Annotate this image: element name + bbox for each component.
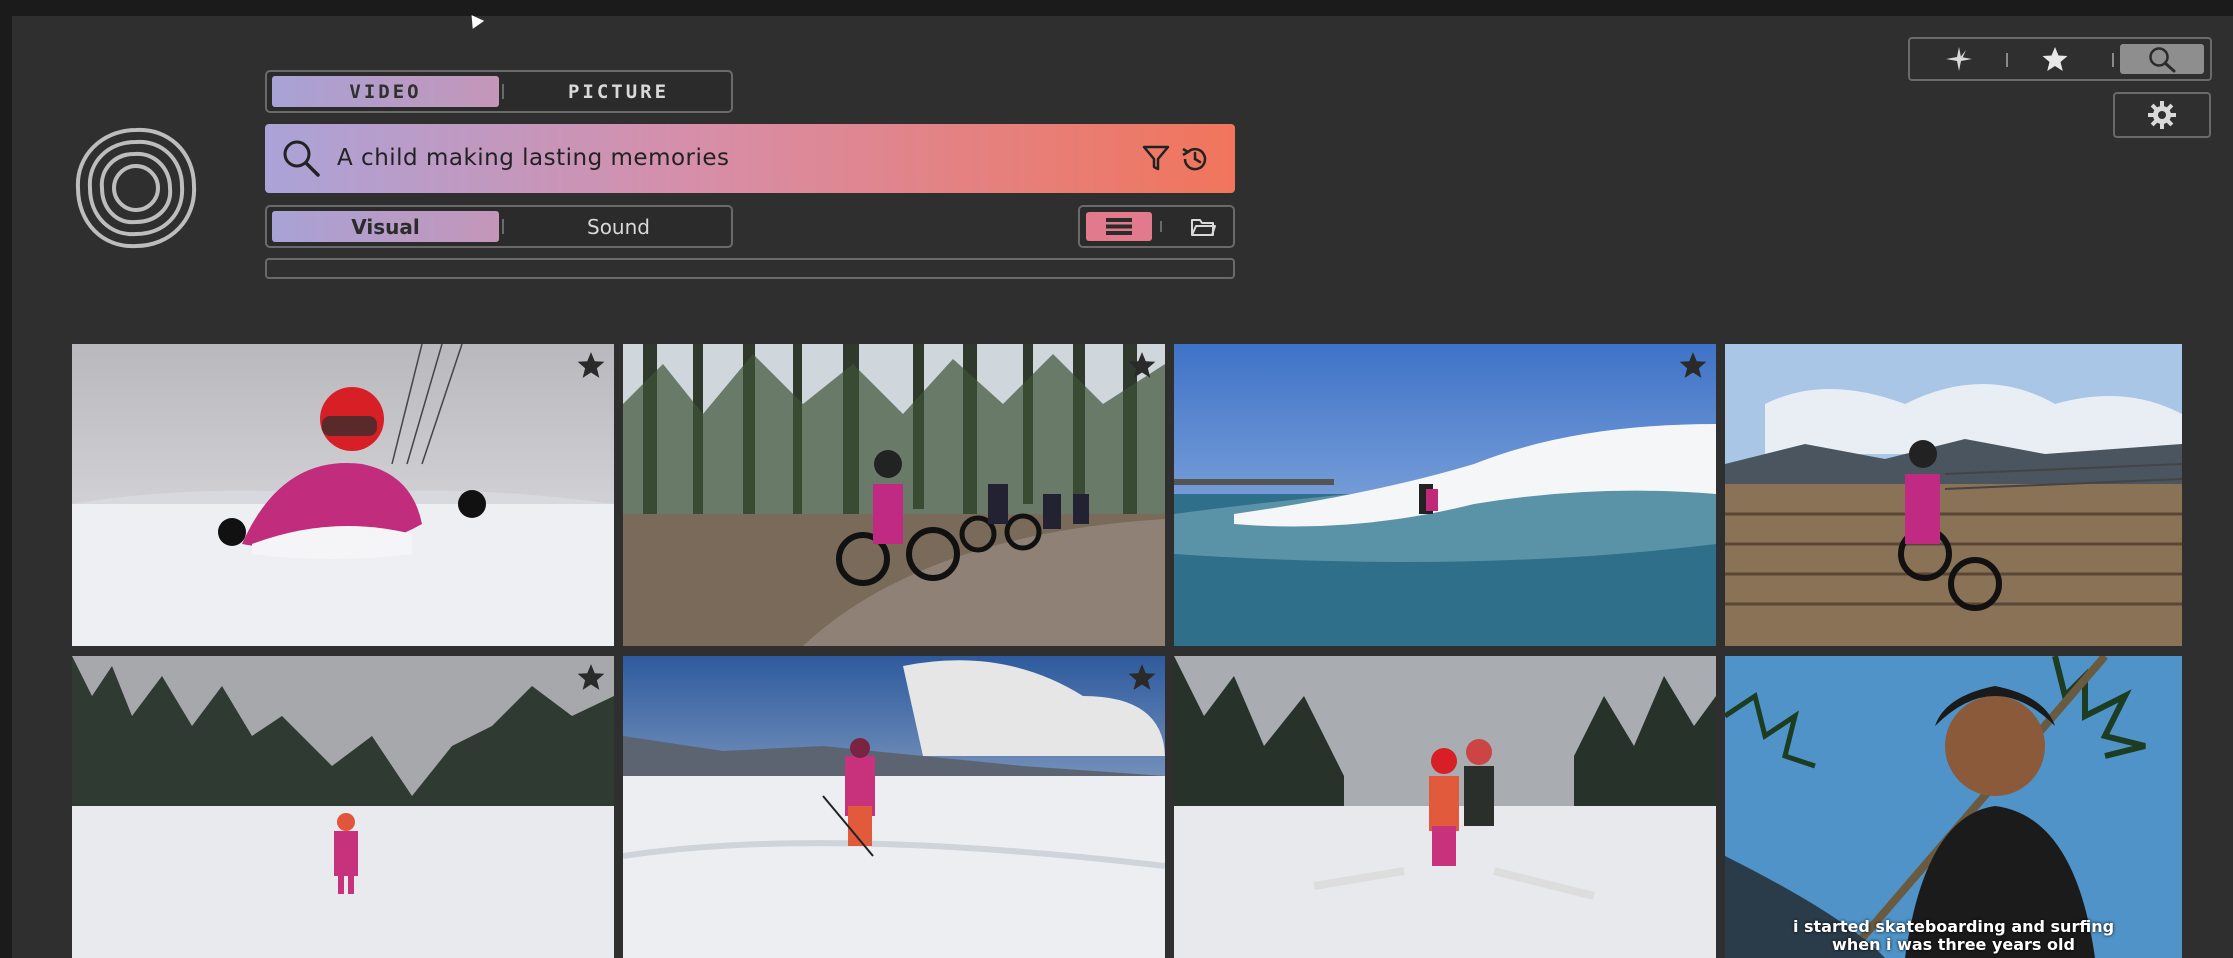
video-thumbnail-image [623,656,1165,958]
video-thumbnail-image [1174,344,1716,646]
search-input[interactable]: A child making lasting memories [337,124,730,193]
video-thumbnail-image [72,344,614,646]
nav-divider [2112,53,2114,67]
view-toggle [1078,205,1235,248]
tab-video[interactable]: VIDEO [272,76,499,107]
tab-visual[interactable]: Visual [272,211,499,242]
filter-icon[interactable] [1141,143,1171,173]
cluster-view-button[interactable] [1934,44,1984,74]
favorite-star-icon[interactable] [1678,350,1708,380]
search-view-button[interactable] [2120,44,2204,74]
left-edge [0,0,12,958]
progress-bar [265,258,1235,279]
tab-sound-label: Sound [587,214,650,239]
folder-icon [1191,218,1216,236]
modality-toggle: Visual Sound [265,205,733,248]
tab-picture[interactable]: PICTURE [506,76,731,107]
video-caption: i started skateboarding and surfing when… [1725,918,2182,954]
video-thumbnail-image [1725,656,2182,958]
video-thumbnail-image [1725,344,2182,646]
result-thumbnail[interactable] [1725,344,2182,646]
results-grid: i started skateboarding and surfing when… [72,344,2182,958]
video-thumbnail-image [1174,656,1716,958]
list-view-button[interactable] [1086,212,1152,241]
pinwheel-icon [1946,47,1972,71]
caption-line: i started skateboarding and surfing [1792,917,2115,936]
top-bar [0,0,2233,16]
tab-sound[interactable]: Sound [506,211,731,242]
app-logo [75,127,197,249]
star-icon [2042,47,2068,71]
nav-divider [2006,53,2008,67]
tab-picture-label: PICTURE [567,80,670,103]
media-type-toggle: VIDEO PICTURE [265,70,733,113]
search-icon [283,140,320,177]
favorite-star-icon[interactable] [576,662,606,692]
tab-video-label: VIDEO [349,80,422,103]
search-bar[interactable]: A child making lasting memories [265,124,1235,193]
result-thumbnail[interactable] [1174,656,1716,958]
search-icon [2149,47,2176,73]
favorite-star-icon[interactable] [576,350,606,380]
favorite-star-icon[interactable] [1127,662,1157,692]
video-thumbnail-image [623,344,1165,646]
favorite-star-icon[interactable] [1127,350,1157,380]
tab-visual-label: Visual [351,214,420,239]
result-thumbnail[interactable] [72,344,614,646]
toggle-divider [502,84,504,99]
folder-view-button[interactable] [1180,212,1226,241]
result-thumbnail[interactable] [623,344,1165,646]
gear-icon [2148,101,2176,129]
history-icon[interactable] [1179,143,1211,175]
result-thumbnail[interactable]: i started skateboarding and surfing when… [1725,656,2182,958]
favorites-button[interactable] [2030,44,2080,74]
caption-line: when i was three years old [1832,935,2075,954]
toggle-divider [502,219,504,234]
result-thumbnail[interactable] [623,656,1165,958]
settings-button[interactable] [2113,92,2211,138]
result-thumbnail[interactable] [72,656,614,958]
video-thumbnail-image [72,656,614,958]
list-icon [1106,218,1132,235]
top-right-nav [1908,37,2212,81]
result-thumbnail[interactable] [1174,344,1716,646]
toggle-divider [1160,221,1162,232]
